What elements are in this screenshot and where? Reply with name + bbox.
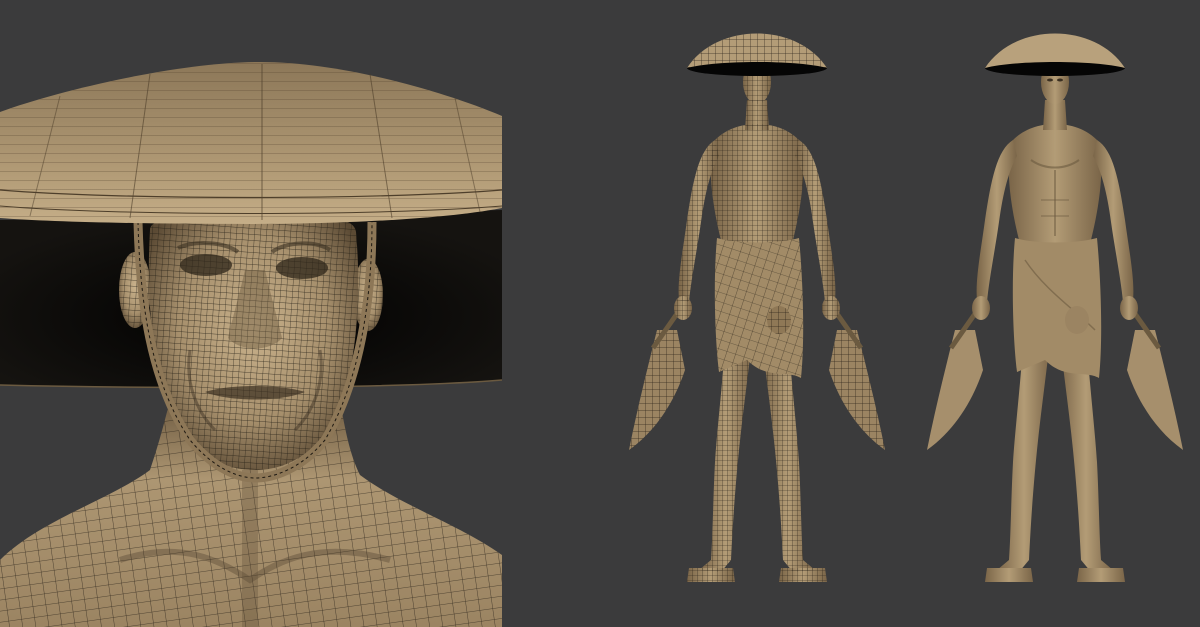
right-eye (1057, 78, 1063, 82)
viewport-canvas[interactable] (0, 0, 1200, 627)
right-eye (276, 257, 328, 279)
3d-viewport[interactable] (0, 0, 1200, 627)
head-closeup-wireframe[interactable] (0, 62, 503, 627)
left-eye (180, 254, 232, 276)
loincloth-shaded (1012, 238, 1102, 378)
gourd (1065, 306, 1089, 334)
left-eye (1047, 78, 1053, 82)
